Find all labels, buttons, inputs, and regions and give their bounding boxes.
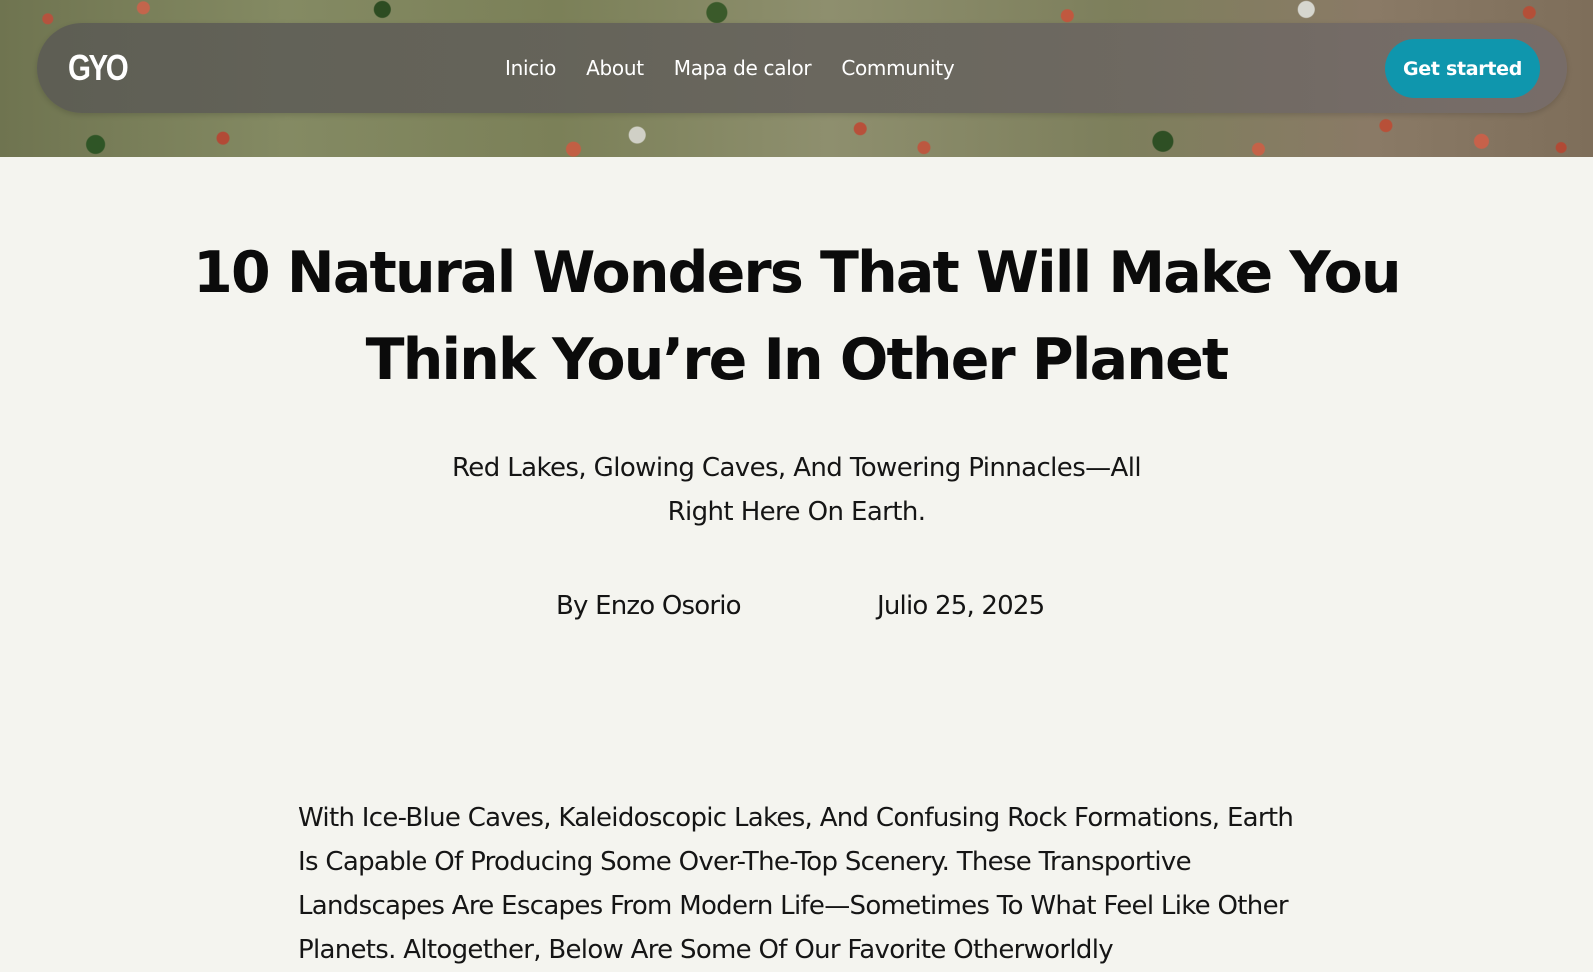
nav-links: Inicio About Mapa de calor Community bbox=[505, 23, 955, 113]
article-date: Julio 25, 2025 bbox=[877, 591, 1045, 621]
nav-link-inicio[interactable]: Inicio bbox=[505, 56, 556, 80]
site-logo[interactable]: GYO bbox=[68, 48, 129, 88]
nav-link-community[interactable]: Community bbox=[841, 56, 954, 80]
nav-link-mapa-de-calor[interactable]: Mapa de calor bbox=[674, 56, 812, 80]
get-started-button[interactable]: Get started bbox=[1385, 39, 1540, 98]
top-navbar: GYO Inicio About Mapa de calor Community… bbox=[37, 23, 1567, 113]
nav-link-about[interactable]: About bbox=[586, 56, 644, 80]
article-subtitle: Red Lakes, Glowing Caves, And Towering P… bbox=[452, 453, 1142, 527]
article-intro-paragraph: With Ice-Blue Caves, Kaleidoscopic Lakes… bbox=[298, 803, 1294, 965]
article-author: By Enzo Osorio bbox=[556, 591, 742, 621]
article-title: 10 Natural Wonders That Will Make You Th… bbox=[193, 240, 1401, 393]
